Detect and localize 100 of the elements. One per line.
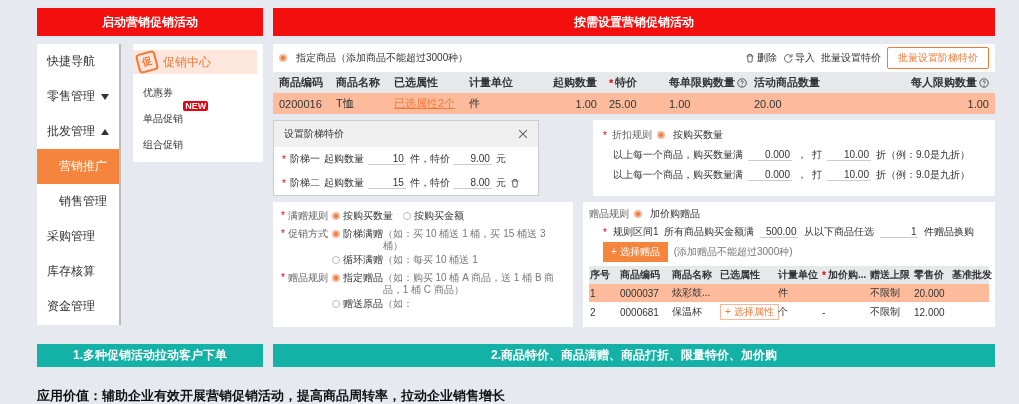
unit-label: 元 [495, 176, 506, 190]
input-field[interactable]: 0.000 [748, 149, 792, 161]
caption-bar: 2.商品特价、商品满赠、商品打折、限量特价、加价购 [273, 344, 995, 367]
radio-label: 赠送原品 [342, 298, 383, 310]
rule-label: 赠品规则 [287, 272, 328, 283]
radio-button[interactable] [331, 274, 340, 282]
unit-label: 元 [495, 152, 506, 166]
column-header: 加价购... [827, 268, 867, 282]
sidebar-item[interactable]: 销售管理 [37, 184, 120, 219]
rule-label: 赠品规则 [589, 207, 629, 221]
field-label: 件，特价 [409, 176, 450, 190]
field-label: 件赠品换购 [924, 225, 975, 239]
sidebar-item[interactable]: 采购管理 [37, 219, 120, 254]
promo-logo: 促 [134, 49, 160, 75]
table-cell: 0200016 [279, 97, 322, 110]
input-field[interactable]: 15 [367, 177, 406, 189]
input-field[interactable]: 10 [367, 153, 406, 165]
table-cell: 1 [590, 287, 596, 299]
sidebar-item[interactable]: 零售管理 [37, 79, 120, 114]
table-cell: 0000037 [620, 287, 659, 299]
hint-text: （如：每买 10 桶送 1 [382, 254, 478, 266]
table-cell: 0000681 [620, 306, 659, 318]
column-header: 每单限购数量 [669, 75, 735, 90]
column-header: 零售价 [914, 268, 944, 282]
tier-label: 阶梯一 [289, 152, 320, 166]
batch-price-link[interactable]: 批量设置特价 [821, 51, 881, 65]
radio-button[interactable] [331, 230, 340, 238]
required-mark: * [282, 177, 286, 189]
table-cell: 1.00 [575, 97, 597, 110]
import-button[interactable]: 导入 [783, 51, 815, 65]
field-label: 件，特价 [409, 152, 450, 166]
column-header: 已选属性 [720, 268, 760, 282]
rule-label: 满赠规则 [287, 210, 328, 221]
table-cell: - [822, 306, 826, 318]
radio-label: 阶梯满赠 [342, 228, 383, 240]
column-header: 商品名称 [336, 75, 380, 90]
column-header: 赠送上限 [870, 268, 910, 282]
radio-button[interactable] [331, 212, 340, 220]
column-header: 活动商品数量 [754, 75, 820, 90]
radio-label: 按购买数量 [342, 210, 393, 222]
input-field[interactable]: 0.000 [748, 169, 792, 181]
radio-label: 循环满赠 [342, 254, 383, 266]
input-field[interactable]: 10.00 [827, 149, 871, 161]
table-cell: 件 [469, 96, 480, 111]
required-mark: * [281, 272, 285, 283]
hint-text: （如： [382, 298, 413, 310]
sidebar-item[interactable]: 资金管理 [37, 289, 120, 324]
table-cell: 件 [778, 286, 788, 300]
table-cell: 20.00 [754, 97, 782, 110]
table-cell: 个 [778, 305, 788, 319]
required-mark: * [282, 153, 286, 165]
input-field[interactable]: 8.00 [453, 177, 492, 189]
input-field[interactable]: 10.00 [827, 169, 871, 181]
column-header: 起购数量 [553, 75, 597, 90]
radio-button[interactable] [656, 131, 665, 139]
value-statement: 应用价值：辅助企业有效开展营销促销活动，提高商品周转率，拉动企业销售增长 [37, 387, 506, 404]
input-field[interactable]: 9.00 [453, 153, 492, 165]
rule-label: 规则区间1 [612, 225, 659, 239]
hint-text: （如：购买 10 桶 A 商品，送 1 桶 B 商品，1 桶 C 商品） [382, 272, 556, 296]
input-field[interactable]: 500.00 [760, 226, 799, 238]
table-cell: 1.00 [669, 97, 691, 110]
table-cell: 炫彩鼓... [672, 286, 711, 300]
radio-button[interactable] [634, 210, 642, 218]
input-field[interactable]: 1 [880, 226, 919, 238]
delete-button[interactable]: 删除 [745, 51, 777, 65]
column-header: 基准批发 [952, 268, 992, 282]
table-cell: 20.000 [914, 287, 945, 299]
dialog-title: 设置阶梯特价 [284, 127, 344, 141]
table-row[interactable]: 0200016 T恤 已选属性2个 件 1.00 25.00 1.00 20.00 1.00 [273, 93, 995, 114]
trash-icon[interactable] [509, 178, 520, 188]
sidebar-item[interactable]: 批发管理 [37, 114, 120, 149]
menu-item[interactable]: 优惠券 [133, 80, 184, 106]
caret-down-icon [101, 93, 109, 100]
rule-text: 折（例：9.0是九折） [876, 168, 970, 182]
radio-label: 指定商品（添加商品不能超过3000种） [296, 51, 469, 65]
sidebar-item[interactable]: 库存核算 [37, 254, 120, 289]
hint-text: （如：买 10 桶送 1 桶，买 15 桶送 3 桶） [382, 228, 547, 252]
rule-text: 以上每一个商品，购买数量满 [613, 148, 743, 162]
submenu-title: 促销中心 [163, 53, 212, 71]
column-header: 每人限购数量 [911, 75, 977, 90]
required-mark: * [603, 129, 607, 141]
required-mark: * [603, 226, 607, 238]
sidebar-item[interactable]: 快捷导航 [37, 44, 120, 79]
required-mark: * [281, 210, 285, 221]
column-header: 商品编码 [620, 268, 660, 282]
table-row[interactable]: 1 0000037 炫彩鼓... 件 不限制 20.000 [589, 284, 989, 302]
table-cell: 不限制 [870, 286, 900, 300]
table-cell: T恤 [336, 96, 354, 111]
radio-button[interactable] [279, 54, 287, 62]
caption-bar: 1.多种促销活动拉动客户下单 [37, 344, 263, 367]
column-header: 计量单位 [469, 75, 513, 90]
rule-text: ， [797, 148, 807, 162]
field-label: 起购数量 [323, 176, 364, 190]
menu-item[interactable]: 组合促销 [133, 132, 194, 158]
table-cell: 不限制 [870, 305, 900, 319]
table-cell: 2 [590, 306, 596, 318]
close-icon[interactable] [518, 129, 528, 139]
banner-title: 按需设置营销促销活动 [273, 8, 995, 36]
column-header: 特价 [615, 75, 638, 90]
tier-label: 阶梯二 [289, 176, 320, 190]
